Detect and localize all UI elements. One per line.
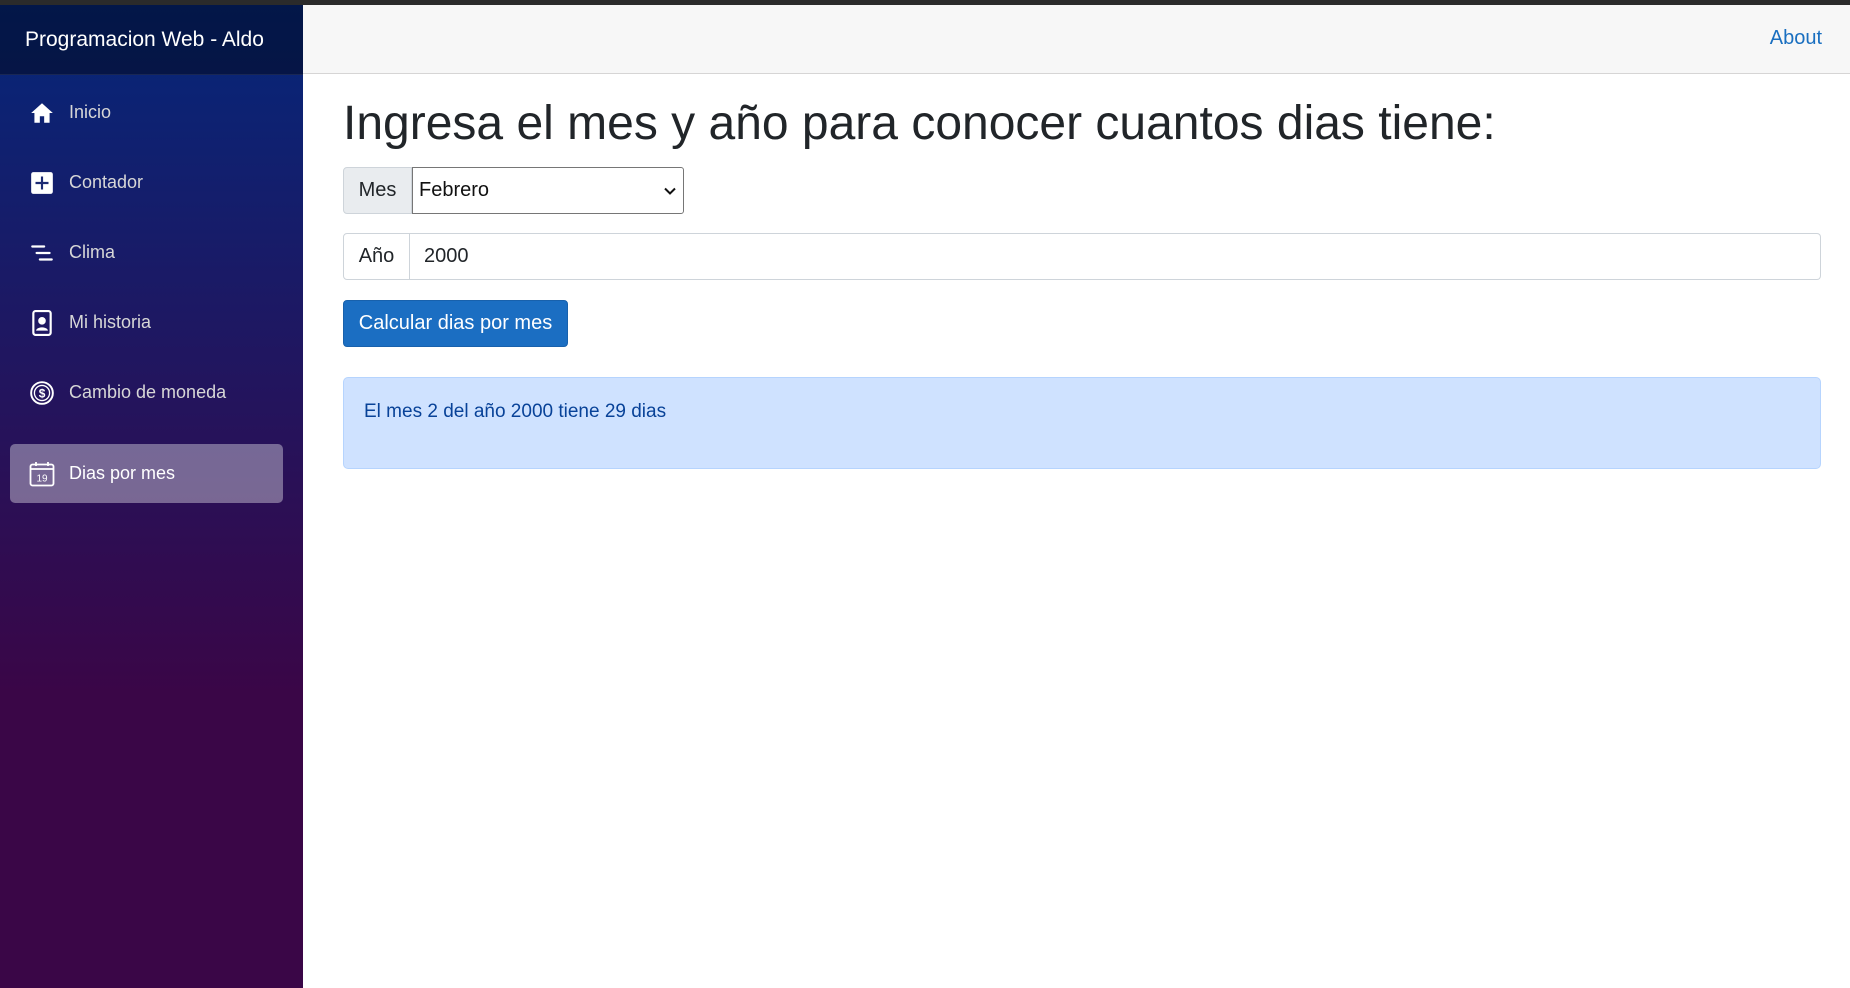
mes-selected-value: Febrero [419,179,490,201]
sidebar-item-label: Clima [69,242,116,262]
sidebar-item-clima[interactable]: Clima [10,223,283,282]
page-title: Ingresa el mes y año para conocer cuanto… [343,97,1496,150]
sidebar-item-label: Cambio de moneda [69,382,227,402]
sidebar-item-contador[interactable]: Contador [10,153,283,212]
chevron-down-icon [664,187,676,195]
sidebar-item-dias-por-mes[interactable]: 19 Dias por mes [10,444,283,503]
dollar-circle-icon: $ [29,380,55,406]
sidebar-item-label: Inicio [69,102,112,122]
sidebar-item-inicio[interactable]: Inicio [10,83,283,142]
sidebar-item-label: Dias por mes [69,463,176,483]
sidebar-item-mi-historia[interactable]: Mi historia [10,293,283,352]
sidebar: Programacion Web - Aldo Inicio Contador … [0,5,303,988]
mes-label: Mes [343,167,412,214]
sidebar-item-cambio-de-moneda[interactable]: $ Cambio de moneda [10,363,283,422]
mes-select[interactable]: Febrero [412,167,684,214]
plus-square-icon [29,170,55,196]
mes-input-group: Mes Febrero [343,167,684,214]
ano-input-group: Año 2000 [343,233,1821,280]
home-icon [29,100,55,126]
person-badge-icon [29,309,55,336]
result-alert: El mes 2 del año 2000 tiene 29 dias [343,377,1821,469]
ano-input[interactable]: 2000 [410,233,1821,280]
result-text: El mes 2 del año 2000 tiene 29 dias [364,401,667,422]
sidebar-item-label: Mi historia [69,312,152,332]
list-lines-icon [29,240,55,266]
sidebar-item-label: Contador [69,172,144,192]
svg-text:$: $ [39,386,46,400]
ano-label: Año [343,233,410,280]
about-link[interactable]: About [1770,27,1822,50]
calendar-day-number: 19 [36,473,48,484]
calcular-button[interactable]: Calcular dias por mes [343,300,568,347]
brand-title[interactable]: Programacion Web - Aldo [0,5,303,75]
calendar-icon: 19 [29,461,55,487]
top-bar: About [303,5,1850,74]
